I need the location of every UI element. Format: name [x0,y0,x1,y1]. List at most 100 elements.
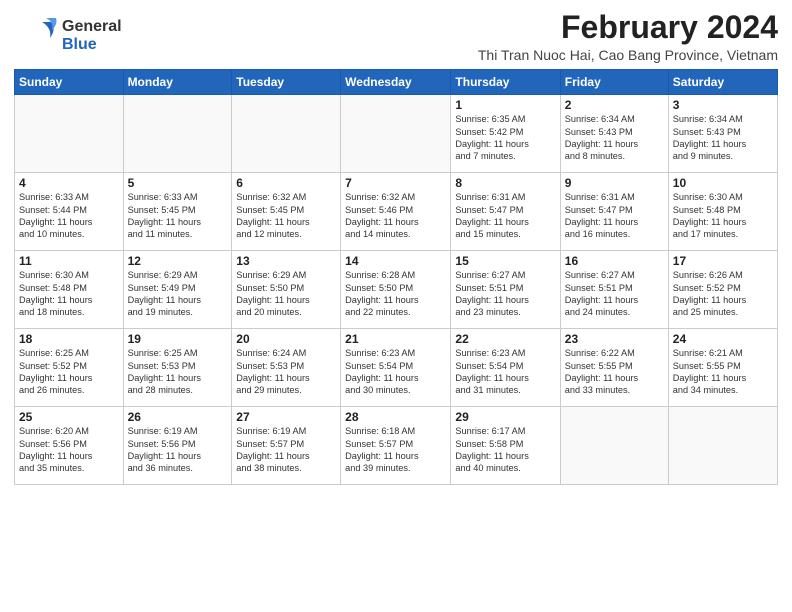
day-number: 24 [673,332,773,346]
day-cell: 18Sunrise: 6:25 AM Sunset: 5:52 PM Dayli… [15,329,124,407]
day-cell: 7Sunrise: 6:32 AM Sunset: 5:46 PM Daylig… [341,173,451,251]
day-number: 25 [19,410,119,424]
day-number: 23 [565,332,664,346]
day-number: 9 [565,176,664,190]
day-cell: 26Sunrise: 6:19 AM Sunset: 5:56 PM Dayli… [123,407,232,485]
day-number: 27 [236,410,336,424]
day-cell [341,95,451,173]
day-number: 13 [236,254,336,268]
day-cell: 21Sunrise: 6:23 AM Sunset: 5:54 PM Dayli… [341,329,451,407]
day-info: Sunrise: 6:24 AM Sunset: 5:53 PM Dayligh… [236,347,336,397]
day-cell: 25Sunrise: 6:20 AM Sunset: 5:56 PM Dayli… [15,407,124,485]
col-header-saturday: Saturday [668,70,777,95]
day-info: Sunrise: 6:29 AM Sunset: 5:49 PM Dayligh… [128,269,228,319]
logo: GeneralBlue [14,14,122,58]
col-header-monday: Monday [123,70,232,95]
week-row-2: 11Sunrise: 6:30 AM Sunset: 5:48 PM Dayli… [15,251,778,329]
day-cell [668,407,777,485]
day-cell: 17Sunrise: 6:26 AM Sunset: 5:52 PM Dayli… [668,251,777,329]
week-row-3: 18Sunrise: 6:25 AM Sunset: 5:52 PM Dayli… [15,329,778,407]
day-cell: 13Sunrise: 6:29 AM Sunset: 5:50 PM Dayli… [232,251,341,329]
day-number: 26 [128,410,228,424]
day-info: Sunrise: 6:32 AM Sunset: 5:45 PM Dayligh… [236,191,336,241]
day-info: Sunrise: 6:25 AM Sunset: 5:53 PM Dayligh… [128,347,228,397]
day-info: Sunrise: 6:33 AM Sunset: 5:45 PM Dayligh… [128,191,228,241]
day-cell: 6Sunrise: 6:32 AM Sunset: 5:45 PM Daylig… [232,173,341,251]
day-info: Sunrise: 6:34 AM Sunset: 5:43 PM Dayligh… [565,113,664,163]
day-number: 14 [345,254,446,268]
day-info: Sunrise: 6:28 AM Sunset: 5:50 PM Dayligh… [345,269,446,319]
day-number: 7 [345,176,446,190]
day-number: 19 [128,332,228,346]
day-cell: 12Sunrise: 6:29 AM Sunset: 5:49 PM Dayli… [123,251,232,329]
month-year-title: February 2024 [478,10,778,45]
day-number: 15 [455,254,555,268]
day-cell: 9Sunrise: 6:31 AM Sunset: 5:47 PM Daylig… [560,173,668,251]
day-cell: 24Sunrise: 6:21 AM Sunset: 5:55 PM Dayli… [668,329,777,407]
day-info: Sunrise: 6:19 AM Sunset: 5:56 PM Dayligh… [128,425,228,475]
day-info: Sunrise: 6:31 AM Sunset: 5:47 PM Dayligh… [565,191,664,241]
day-cell: 10Sunrise: 6:30 AM Sunset: 5:48 PM Dayli… [668,173,777,251]
day-info: Sunrise: 6:22 AM Sunset: 5:55 PM Dayligh… [565,347,664,397]
day-cell [560,407,668,485]
day-info: Sunrise: 6:19 AM Sunset: 5:57 PM Dayligh… [236,425,336,475]
title-block: February 2024 Thi Tran Nuoc Hai, Cao Ban… [478,10,778,63]
day-number: 11 [19,254,119,268]
day-number: 17 [673,254,773,268]
day-number: 28 [345,410,446,424]
day-cell [123,95,232,173]
logo-icon [14,14,58,58]
day-number: 8 [455,176,555,190]
day-cell: 16Sunrise: 6:27 AM Sunset: 5:51 PM Dayli… [560,251,668,329]
day-info: Sunrise: 6:21 AM Sunset: 5:55 PM Dayligh… [673,347,773,397]
day-number: 21 [345,332,446,346]
day-cell [232,95,341,173]
day-info: Sunrise: 6:29 AM Sunset: 5:50 PM Dayligh… [236,269,336,319]
day-cell: 14Sunrise: 6:28 AM Sunset: 5:50 PM Dayli… [341,251,451,329]
day-info: Sunrise: 6:27 AM Sunset: 5:51 PM Dayligh… [565,269,664,319]
day-cell: 23Sunrise: 6:22 AM Sunset: 5:55 PM Dayli… [560,329,668,407]
day-number: 2 [565,98,664,112]
col-header-wednesday: Wednesday [341,70,451,95]
day-cell: 2Sunrise: 6:34 AM Sunset: 5:43 PM Daylig… [560,95,668,173]
day-number: 22 [455,332,555,346]
header: GeneralBlue February 2024 Thi Tran Nuoc … [14,10,778,63]
col-header-thursday: Thursday [451,70,560,95]
day-number: 12 [128,254,228,268]
day-info: Sunrise: 6:17 AM Sunset: 5:58 PM Dayligh… [455,425,555,475]
day-number: 5 [128,176,228,190]
day-info: Sunrise: 6:18 AM Sunset: 5:57 PM Dayligh… [345,425,446,475]
day-cell [15,95,124,173]
day-cell: 11Sunrise: 6:30 AM Sunset: 5:48 PM Dayli… [15,251,124,329]
day-cell: 4Sunrise: 6:33 AM Sunset: 5:44 PM Daylig… [15,173,124,251]
day-cell: 15Sunrise: 6:27 AM Sunset: 5:51 PM Dayli… [451,251,560,329]
day-cell: 1Sunrise: 6:35 AM Sunset: 5:42 PM Daylig… [451,95,560,173]
day-info: Sunrise: 6:33 AM Sunset: 5:44 PM Dayligh… [19,191,119,241]
day-number: 16 [565,254,664,268]
day-number: 1 [455,98,555,112]
day-info: Sunrise: 6:30 AM Sunset: 5:48 PM Dayligh… [673,191,773,241]
day-number: 6 [236,176,336,190]
day-cell: 28Sunrise: 6:18 AM Sunset: 5:57 PM Dayli… [341,407,451,485]
day-cell: 8Sunrise: 6:31 AM Sunset: 5:47 PM Daylig… [451,173,560,251]
col-header-sunday: Sunday [15,70,124,95]
day-info: Sunrise: 6:26 AM Sunset: 5:52 PM Dayligh… [673,269,773,319]
day-number: 4 [19,176,119,190]
day-cell: 3Sunrise: 6:34 AM Sunset: 5:43 PM Daylig… [668,95,777,173]
header-row: SundayMondayTuesdayWednesdayThursdayFrid… [15,70,778,95]
day-cell: 22Sunrise: 6:23 AM Sunset: 5:54 PM Dayli… [451,329,560,407]
day-number: 10 [673,176,773,190]
week-row-0: 1Sunrise: 6:35 AM Sunset: 5:42 PM Daylig… [15,95,778,173]
week-row-1: 4Sunrise: 6:33 AM Sunset: 5:44 PM Daylig… [15,173,778,251]
day-cell: 5Sunrise: 6:33 AM Sunset: 5:45 PM Daylig… [123,173,232,251]
day-number: 20 [236,332,336,346]
location-subtitle: Thi Tran Nuoc Hai, Cao Bang Province, Vi… [478,47,778,63]
day-info: Sunrise: 6:34 AM Sunset: 5:43 PM Dayligh… [673,113,773,163]
day-info: Sunrise: 6:35 AM Sunset: 5:42 PM Dayligh… [455,113,555,163]
calendar-table: SundayMondayTuesdayWednesdayThursdayFrid… [14,69,778,485]
day-info: Sunrise: 6:23 AM Sunset: 5:54 PM Dayligh… [455,347,555,397]
page: GeneralBlue February 2024 Thi Tran Nuoc … [0,0,792,491]
day-info: Sunrise: 6:31 AM Sunset: 5:47 PM Dayligh… [455,191,555,241]
col-header-tuesday: Tuesday [232,70,341,95]
day-number: 3 [673,98,773,112]
